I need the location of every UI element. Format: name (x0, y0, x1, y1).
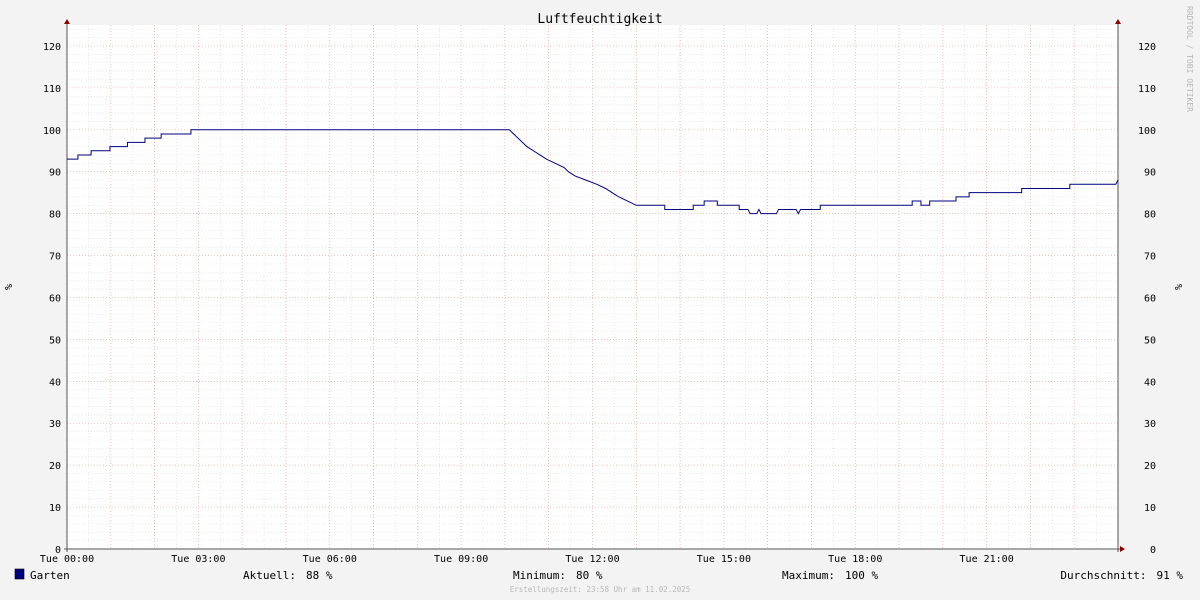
x-tick-label: Tue 00:00 (40, 554, 94, 565)
y-tick-label-right: 20 (1144, 461, 1156, 472)
x-tick-label: Tue 06:00 (303, 554, 357, 565)
x-tick-label: Tue 21:00 (960, 554, 1014, 565)
legend-minimum-label: Minimum: (513, 569, 566, 582)
y-tick-label-right: 90 (1144, 168, 1156, 179)
x-tick-label: Tue 09:00 (434, 554, 488, 565)
y-tick-label-right: 50 (1144, 335, 1156, 346)
legend-average-label: Durchschnitt: (1060, 569, 1146, 582)
y-tick-label-left: 100 (43, 126, 61, 137)
y-tick-label-right: 120 (1138, 42, 1156, 53)
y-tick-label-left: 10 (49, 503, 61, 514)
y-tick-label-left: 30 (49, 419, 61, 430)
x-tick-label: Tue 18:00 (828, 554, 882, 565)
y-tick-label-right: 110 (1138, 84, 1156, 95)
x-tick-label: Tue 12:00 (565, 554, 619, 565)
legend-minimum-value: 80 % (576, 569, 603, 582)
chart-title: Luftfeuchtigkeit (537, 12, 662, 27)
footer-timestamp: Erstellungszeit: 23:58 Uhr am 11.02.2025 (510, 585, 691, 594)
y-axis-label-left: % (4, 284, 15, 290)
y-tick-label-right: 60 (1144, 293, 1156, 304)
y-tick-label-right: 40 (1144, 377, 1156, 388)
chart-root: 0 0 10 10 20 20 30 30 40 40 50 50 60 60 70 70 80 80 90 90 10… (0, 0, 1200, 600)
y-axis-label-right: % (1174, 284, 1185, 290)
legend-maximum-label: Maximum: (782, 569, 835, 582)
legend-maximum-value: 100 % (845, 569, 878, 582)
legend-current-value: 88 % (306, 569, 333, 582)
y-tick-label-left: 120 (43, 42, 61, 53)
legend-series-name: Garten (30, 569, 70, 582)
y-tick-label-left: 60 (49, 293, 61, 304)
y-tick-label-left: 110 (43, 84, 61, 95)
legend-maximum: Maximum: 100 % (782, 569, 878, 582)
legend-minimum: Minimum: 80 % (513, 569, 603, 582)
watermark: RRDTOOL / TOBI OETIKER (1185, 6, 1194, 112)
y-tick-label-right: 0 (1150, 545, 1156, 556)
y-tick-label-left: 70 (49, 252, 61, 263)
y-tick-label-right: 30 (1144, 419, 1156, 430)
humidity-chart: 0 010 1020 2030 3040 4050 5060 6070 7080 8090 9010… (0, 0, 1200, 600)
y-tick-label-left: 80 (49, 210, 61, 221)
legend-average: Durchschnitt: 91 % (1060, 569, 1183, 582)
y-tick-label-right: 10 (1144, 503, 1156, 514)
x-tick-label: Tue 03:00 (171, 554, 225, 565)
y-tick-label-right: 80 (1144, 210, 1156, 221)
legend-current-label: Aktuell: (243, 569, 296, 582)
legend-average-value: 91 % (1157, 569, 1184, 582)
legend-swatch-garten (14, 568, 25, 580)
y-tick-label-left: 90 (49, 168, 61, 179)
y-tick-label-right: 100 (1138, 126, 1156, 137)
y-tick-label-left: 40 (49, 377, 61, 388)
legend-current: Aktuell: 88 % (243, 569, 333, 582)
y-tick-label-right: 70 (1144, 252, 1156, 263)
x-tick-label: Tue 15:00 (697, 554, 751, 565)
y-tick-label-left: 50 (49, 335, 61, 346)
y-tick-label-left: 20 (49, 461, 61, 472)
